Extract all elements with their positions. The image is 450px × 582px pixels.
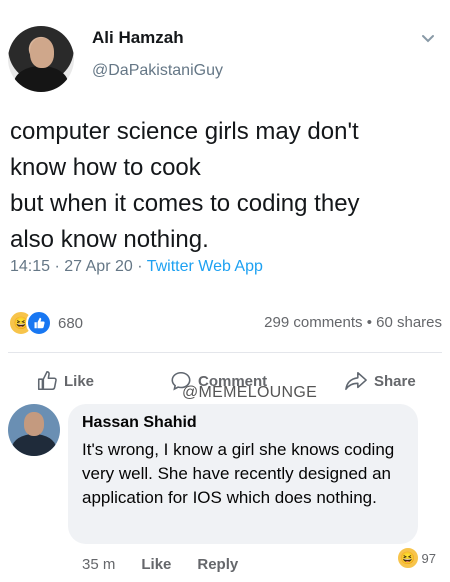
reaction-summary[interactable]: 😆 680 [8,310,83,336]
comment-reactions[interactable]: 😆 97 [395,546,436,570]
reaction-count: 680 [58,314,84,332]
comments-shares-count[interactable]: 299 comments • 60 shares [264,314,442,331]
share-arrow-icon [345,371,367,391]
author-handle[interactable]: @DaPakistaniGuy [92,62,223,80]
comment-time: 35 m [82,556,116,573]
commenter-avatar[interactable] [8,404,60,456]
haha-emoji-icon: 😆 [395,546,420,570]
avatar-face [30,38,54,68]
avatar-face [24,412,44,436]
comment-text: It's wrong, I know a girl she knows codi… [82,440,395,507]
divider [8,352,442,353]
avatar-shirt [14,66,68,92]
comment-like-button[interactable]: Like [141,556,171,573]
watermark: @MEMELOUNGE [182,384,318,401]
tweet-source[interactable]: Twitter Web App [147,258,263,275]
author-avatar[interactable] [8,26,74,92]
comment-reply-button[interactable]: Reply [197,556,238,573]
comment-bubble: Hassan Shahid It's wrong, I know a girl … [68,404,418,544]
thumbs-up-icon [37,371,57,391]
avatar-suit [12,434,56,456]
reactions-bar: 😆 680 299 comments • 60 shares [0,300,450,350]
tweet-time: 14:15 · 27 Apr 20 · [10,258,147,275]
tweet-text: computer science girls may don't know ho… [10,118,360,253]
tweet-card: Ali Hamzah @DaPakistaniGuy computer scie… [0,0,450,290]
tweet-meta: 14:15 · 27 Apr 20 · Twitter Web App [10,258,263,276]
comment-reaction-count: 97 [421,550,436,566]
like-label: Like [64,372,95,390]
like-button[interactable]: Like [36,370,94,392]
chevron-down-icon[interactable] [420,30,436,46]
share-button[interactable]: Share [344,370,416,392]
commenter-name[interactable]: Hassan Shahid [82,414,197,432]
comment-meta: 35 m Like Reply [82,556,264,573]
share-label: Share [374,372,416,390]
like-reaction-icon [26,310,52,336]
author-name[interactable]: Ali Hamzah [92,28,184,48]
